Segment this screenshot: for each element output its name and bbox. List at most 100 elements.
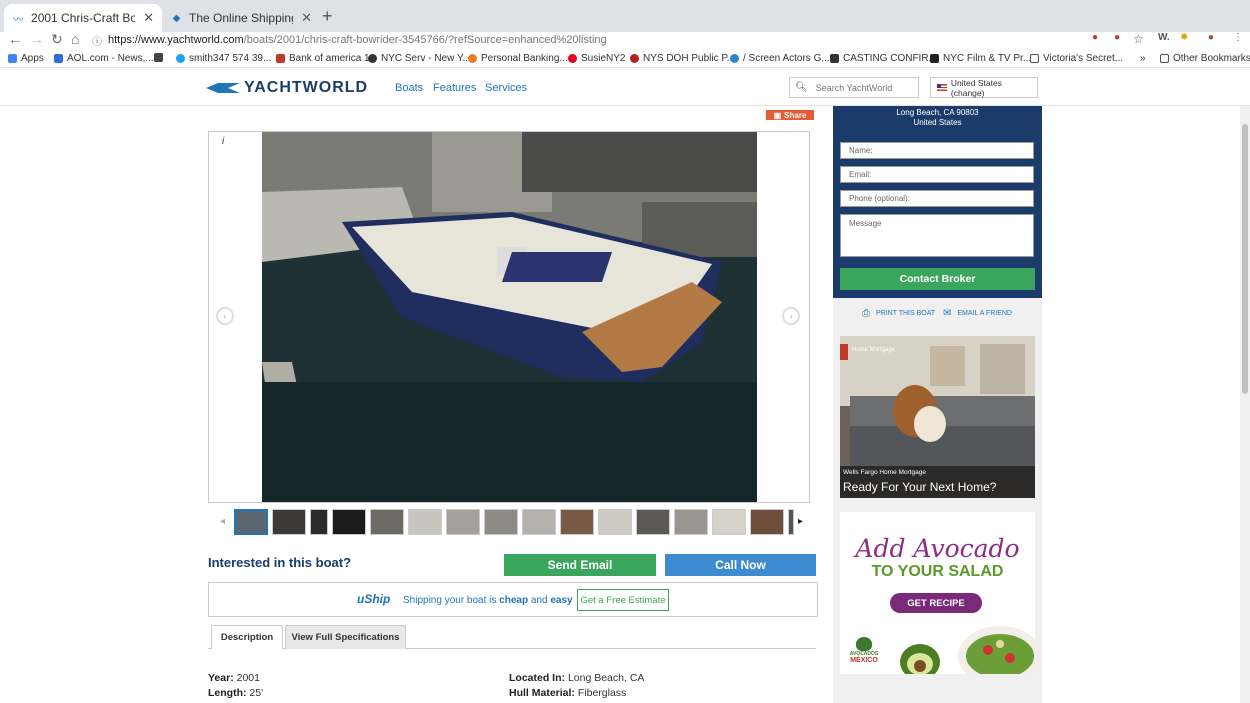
thumbnail[interactable] <box>446 509 480 535</box>
thumbnail[interactable] <box>712 509 746 535</box>
spec-length: Length: 25' <box>208 687 264 699</box>
profile-avatar-icon[interactable]: ● <box>1208 32 1214 43</box>
pinterest-icon <box>568 54 577 63</box>
thumbnail[interactable] <box>522 509 556 535</box>
bookmarks-overflow[interactable]: » <box>1140 53 1146 64</box>
call-now-button[interactable]: Call Now <box>665 554 816 576</box>
other-bookmarks[interactable]: Other Bookmarks <box>1160 53 1250 64</box>
yachtworld-logo-icon <box>206 83 240 93</box>
bookmark-item[interactable]: smith347 574 39... <box>176 53 271 64</box>
thumbnail[interactable] <box>408 509 442 535</box>
forward-icon[interactable]: → <box>30 32 44 46</box>
bookmark-item[interactable]: NYC Serv - New Y... <box>368 53 471 64</box>
chevron-right-icon: › <box>789 310 793 322</box>
nyc-film-icon <box>930 54 939 63</box>
thumbnail[interactable] <box>750 509 784 535</box>
thumbnail[interactable] <box>370 509 404 535</box>
uship-favicon-icon: ◆ <box>172 12 181 24</box>
get-recipe-button[interactable]: GET RECIPE <box>890 593 982 613</box>
bookmark-item[interactable]: Bank of america 1 <box>276 53 370 64</box>
bookmark-item[interactable]: / Screen Actors G... <box>730 53 830 64</box>
extension-icon[interactable]: ● <box>1092 32 1098 43</box>
bookmark-item[interactable]: NYC Film & TV Pr... <box>930 53 1031 64</box>
yachtworld-logo[interactable]: YACHTWORLD <box>204 79 368 97</box>
wells-fargo-ad[interactable]: Home Mortgage Wells Fargo Home Mortgage … <box>840 336 1035 498</box>
thumbnail[interactable] <box>560 509 594 535</box>
send-email-button[interactable]: Send Email <box>504 554 656 576</box>
thumbnail[interactable] <box>332 509 366 535</box>
bookmarks-bar: Apps AOL.com - News,... smith347 574 39.… <box>0 50 1250 68</box>
search-input[interactable]: 🔍︎ Search YachtWorld <box>789 77 919 98</box>
nav-boats[interactable]: Boats <box>395 82 423 94</box>
home-icon[interactable]: ⌂ <box>71 32 79 46</box>
thumbnail[interactable] <box>310 509 328 535</box>
boat-photo[interactable] <box>262 132 757 502</box>
close-tab-icon[interactable]: ✕ <box>143 10 154 26</box>
bookmark-item[interactable]: NYS DOH Public P... <box>630 53 735 64</box>
spec-year: Year: 2001 <box>208 672 260 684</box>
extension-w-icon[interactable]: W. <box>1158 32 1170 43</box>
prev-photo-button[interactable]: ‹ <box>216 307 234 325</box>
bookmark-item[interactable]: Personal Banking... <box>468 53 568 64</box>
bookmark-apps[interactable]: Apps <box>8 53 44 64</box>
thumbnail[interactable] <box>234 509 268 535</box>
info-icon[interactable]: ⓘ <box>92 33 102 48</box>
bookmark-star-icon[interactable]: ☆ <box>1133 32 1144 46</box>
uship-banner[interactable]: uShip Shipping your boat is cheap and ea… <box>208 582 818 617</box>
email-field[interactable]: Email: <box>840 166 1034 183</box>
page-scrollbar[interactable] <box>1240 106 1250 703</box>
extension-icon[interactable]: ✸ <box>1180 32 1188 43</box>
thumbnail[interactable] <box>484 509 518 535</box>
casting-icon <box>830 54 839 63</box>
tab-full-specifications[interactable]: View Full Specifications <box>285 625 406 649</box>
envelope-icon: ✉ <box>943 308 952 319</box>
nav-services[interactable]: Services <box>485 82 527 94</box>
contact-broker-button[interactable]: Contact Broker <box>840 268 1035 290</box>
bookmark-item[interactable]: SusieNY2 <box>568 53 625 64</box>
thumbnail[interactable] <box>598 509 632 535</box>
new-tab-button[interactable]: + <box>322 6 333 27</box>
nav-features[interactable]: Features <box>433 82 476 94</box>
thumbnail[interactable] <box>636 509 670 535</box>
broker-city: Long Beach, CA 90803 <box>896 108 979 117</box>
avocados-mexico-logo: AVOCADOS MÉXICO <box>842 637 886 664</box>
avocado-ad[interactable]: Add Avocado TO YOUR SALAD GET RECIPE AVO… <box>840 512 1035 674</box>
bookmark-item[interactable] <box>154 53 167 62</box>
avocado-logo-icon <box>856 637 872 651</box>
share-icon: ▣ <box>773 110 782 120</box>
thumbnail[interactable] <box>674 509 708 535</box>
spec-location: Located In: Long Beach, CA <box>509 672 645 684</box>
tab-uship[interactable]: ◆ The Online Shipping Marketpla ✕ <box>162 4 320 32</box>
back-icon[interactable]: ← <box>8 32 22 46</box>
browser-toolbar: ← → ↻ ⌂ ⓘ https://www.yachtworld.com/boa… <box>0 32 1250 50</box>
thumbnail[interactable] <box>788 509 794 535</box>
phone-field[interactable]: Phone (optional): <box>840 190 1034 207</box>
country-selector[interactable]: United States (change) <box>930 77 1038 98</box>
message-field[interactable]: Message <box>840 214 1034 257</box>
bookmark-item[interactable]: CASTING CONFIR... <box>830 53 937 64</box>
photo-info-icon[interactable]: i <box>222 136 224 147</box>
wells-fargo-logo <box>840 344 848 360</box>
share-button[interactable]: ▣ Share <box>766 110 814 120</box>
close-tab-icon[interactable]: ✕ <box>301 10 312 26</box>
tab-chris-craft[interactable]: 〰 2001 Chris-Craft Bow Rider Po ✕ <box>4 4 162 32</box>
free-estimate-button[interactable]: Get a Free Estimate <box>577 589 669 611</box>
address-bar[interactable]: ⓘ https://www.yachtworld.com/boats/2001/… <box>92 32 1082 48</box>
folder-icon <box>1160 54 1169 63</box>
chevron-left-icon: ‹ <box>223 310 227 322</box>
bookmark-item[interactable]: AOL.com - News,... <box>54 53 154 64</box>
reload-icon[interactable]: ↻ <box>51 32 63 46</box>
menu-icon[interactable]: ⋮ <box>1233 32 1243 43</box>
extension-icon[interactable]: ● <box>1114 32 1120 43</box>
print-boat-link[interactable]: ⎙ PRINT THIS BOAT <box>862 308 935 319</box>
thumbnail[interactable] <box>272 509 306 535</box>
thumb-prev-icon[interactable]: ◂ <box>220 516 225 527</box>
aol-icon <box>54 54 63 63</box>
next-photo-button[interactable]: › <box>782 307 800 325</box>
thumb-next-icon[interactable]: ▸ <box>798 516 803 527</box>
tab-description[interactable]: Description <box>211 625 283 649</box>
email-friend-link[interactable]: ✉ EMAIL A FRIEND <box>943 308 1012 319</box>
name-field[interactable]: Name: <box>840 142 1034 159</box>
scrollbar-thumb[interactable] <box>1242 124 1248 394</box>
bookmark-item[interactable]: Victoria's Secret... <box>1030 53 1123 64</box>
